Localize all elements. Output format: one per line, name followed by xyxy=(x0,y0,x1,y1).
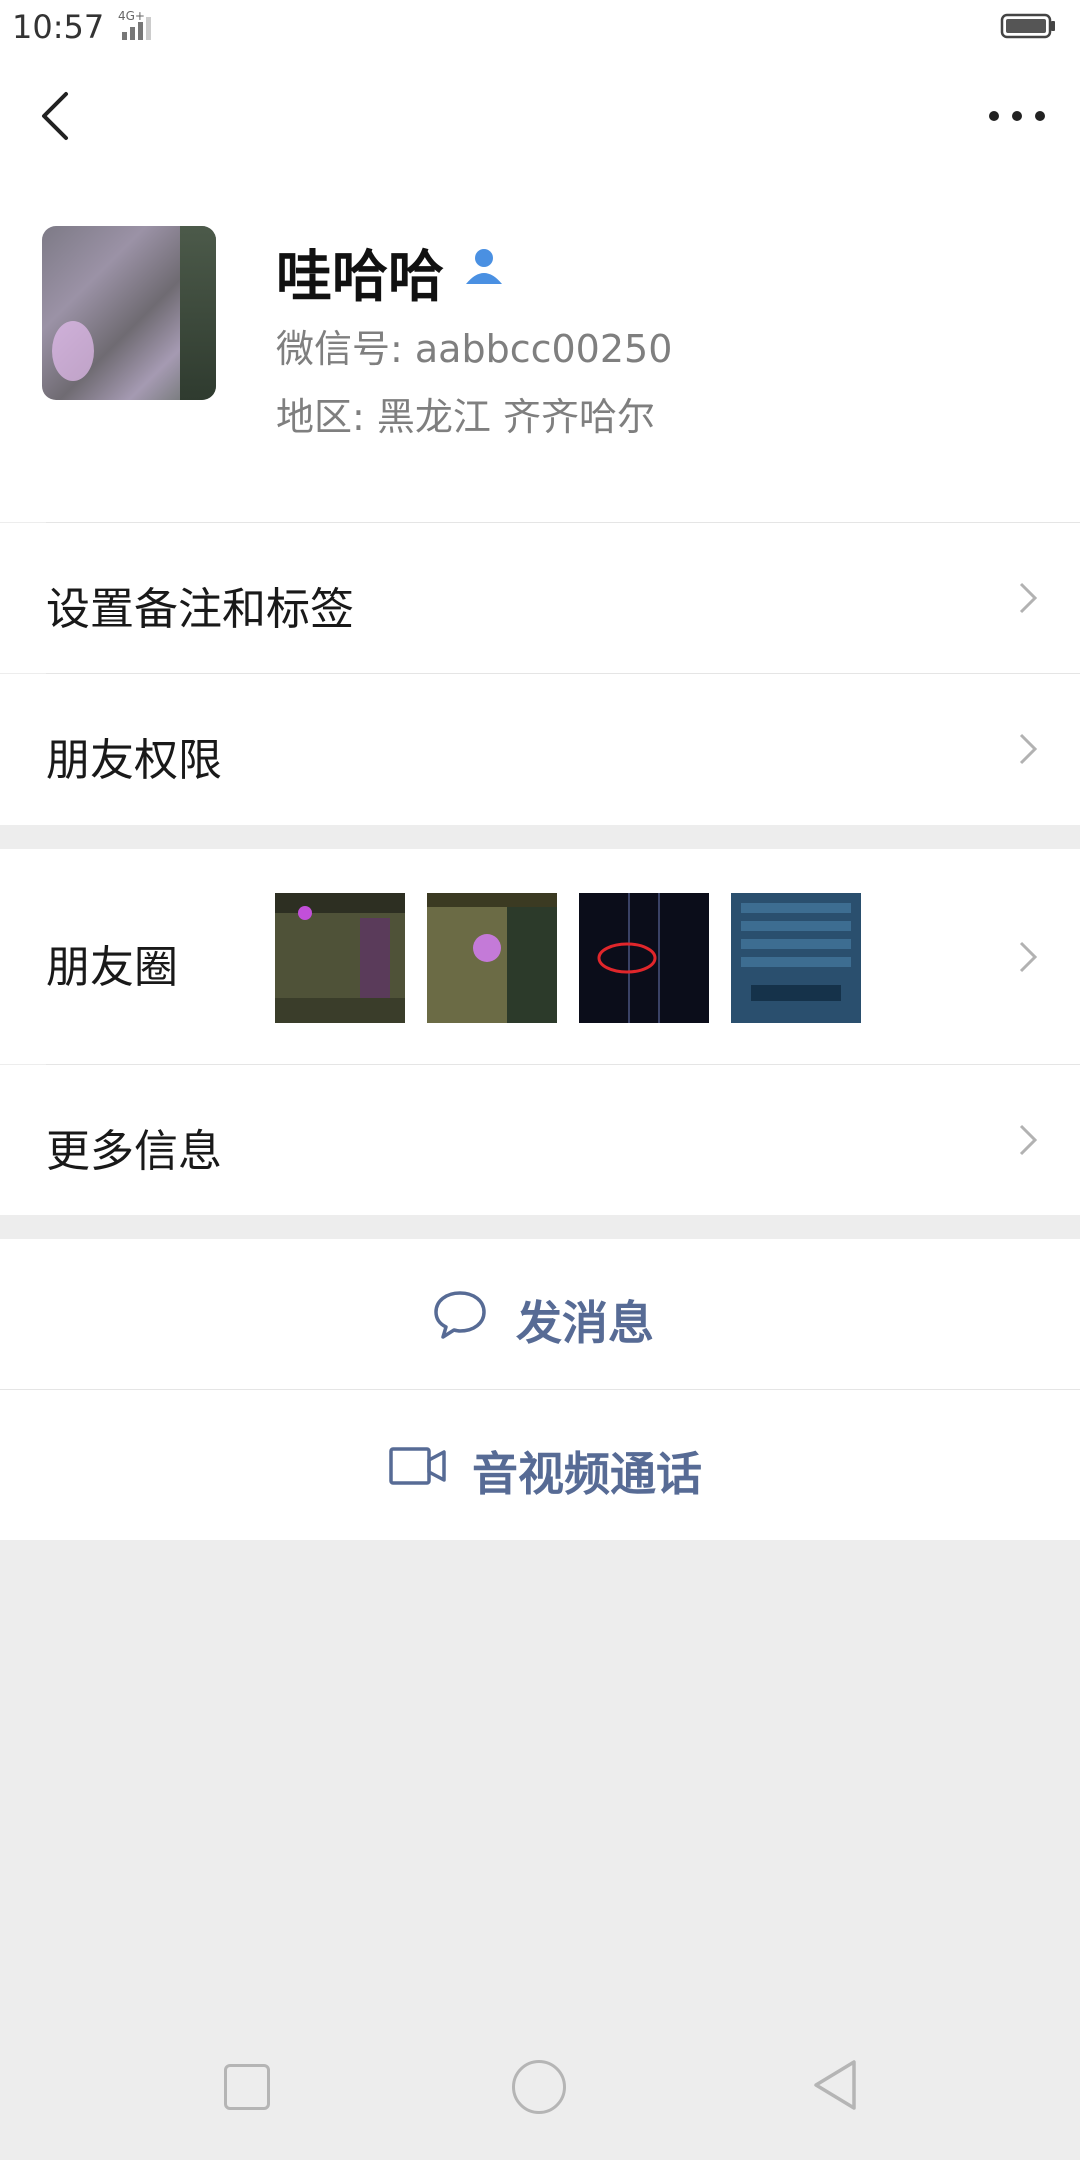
contact-name: 哇哈哈 xyxy=(276,245,444,310)
chevron-right-icon xyxy=(1019,733,1038,765)
remarks-tags-row[interactable]: 设置备注和标签 xyxy=(0,523,1080,673)
wechat-id: 微信号: aabbcc00250 xyxy=(276,327,673,371)
home-button[interactable] xyxy=(512,2060,566,2114)
chat-bubble-icon xyxy=(434,1291,486,1339)
more-info-row[interactable]: 更多信息 xyxy=(0,1065,1080,1215)
recents-button[interactable] xyxy=(224,2064,270,2110)
chevron-right-icon xyxy=(1019,582,1038,614)
moment-thumbnail xyxy=(427,893,557,1023)
status-bar: 10:57 4G+ xyxy=(0,0,1080,56)
nav-bar xyxy=(0,56,1080,176)
back-icon[interactable] xyxy=(30,86,80,146)
region: 地区: 黑龙江 齐齐哈尔 xyxy=(276,395,655,439)
send-message-button[interactable]: 发消息 xyxy=(0,1239,1080,1389)
moment-thumbnail xyxy=(579,893,709,1023)
more-icon[interactable] xyxy=(984,96,1050,136)
moment-thumbnail xyxy=(731,893,861,1023)
more-info-label: 更多信息 xyxy=(46,1126,222,1177)
contact-user-icon xyxy=(466,249,502,284)
profile-header: 哇哈哈 微信号: aabbcc00250 地区: 黑龙江 齐齐哈尔 xyxy=(0,176,1080,522)
chevron-right-icon xyxy=(1019,941,1038,973)
video-call-button[interactable]: 音视频通话 xyxy=(0,1390,1080,1540)
video-camera-icon xyxy=(389,1447,446,1485)
chevron-right-icon xyxy=(1019,1124,1038,1156)
signal-icon: 4G+ xyxy=(118,9,151,40)
moment-thumbnail xyxy=(275,893,405,1023)
back-nav-icon[interactable] xyxy=(810,2058,860,2112)
remarks-tags-label: 设置备注和标签 xyxy=(46,584,354,635)
status-time: 10:57 xyxy=(12,8,105,46)
friend-permissions-label: 朋友权限 xyxy=(46,735,222,786)
avatar[interactable] xyxy=(42,226,216,400)
send-message-label: 发消息 xyxy=(516,1296,654,1350)
moments-label: 朋友圈 xyxy=(46,942,178,993)
video-call-label: 音视频通话 xyxy=(472,1447,702,1501)
network-label: 4G+ xyxy=(118,9,145,23)
friend-permissions-row[interactable]: 朋友权限 xyxy=(0,674,1080,825)
battery-icon xyxy=(1000,13,1055,39)
moments-row[interactable]: 朋友圈 xyxy=(0,849,1080,1064)
